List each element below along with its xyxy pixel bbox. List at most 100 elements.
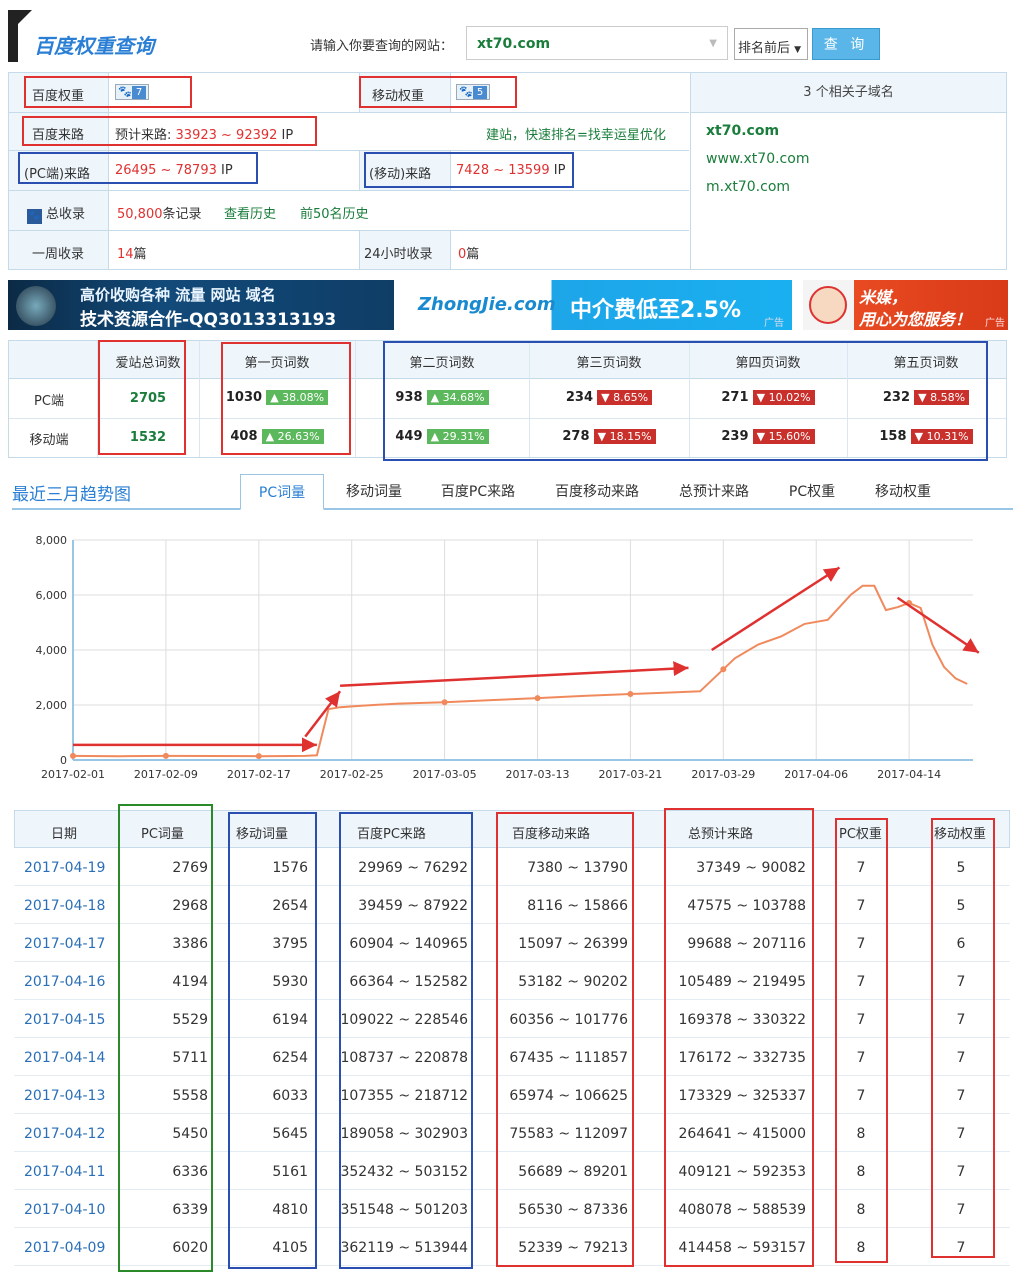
data-point <box>162 752 169 759</box>
cell-total-traffic: 176172 ~ 332735 <box>678 1050 806 1066</box>
cell-pc-weight: 8 <box>856 1126 866 1142</box>
table-row: 2017-04-10 6339 4810 351548 ~ 501203 56530 ~… <box>14 1190 1010 1228</box>
stats-row-label: 移动端 <box>29 433 69 448</box>
subdomain-link[interactable]: m.xt70.com <box>706 179 790 195</box>
index-label: 🐾 总收录 <box>27 207 86 224</box>
cell-baidu-pc-traffic: 66364 ~ 152582 <box>349 974 468 990</box>
cell-date[interactable]: 2017-04-16 <box>24 974 114 990</box>
tab-pc-weight[interactable]: PC权重 <box>774 474 850 510</box>
cell-baidu-pc-traffic: 352432 ~ 503152 <box>340 1164 468 1180</box>
cell-pc-weight: 7 <box>856 1088 866 1104</box>
subdomain-panel: 3 个相关子域名 xt70.com www.xt70.com m.xt70.co… <box>690 73 1006 269</box>
cell-total-traffic: 173329 ~ 325337 <box>678 1088 806 1104</box>
pc-traffic-label: (PC端)来路 <box>24 167 91 182</box>
stats-header: 第二页词数 <box>409 356 475 371</box>
rank-select-label: 排名前后 <box>738 41 791 56</box>
cell-mobile-keywords: 6033 <box>272 1088 308 1104</box>
data-point <box>255 753 262 760</box>
stats-p2: 449 ▲ 29.31% <box>355 429 529 444</box>
top50-history-link[interactable]: 前50名历史 <box>300 203 369 222</box>
cell-mobile-weight: 5 <box>956 898 966 914</box>
ad-banner-zhongjie[interactable]: ZhongJie.com 中介费低至2.5% 广告 <box>410 280 792 330</box>
table-row: 2017-04-14 5711 6254 108737 ~ 220878 67435 ~… <box>14 1038 1010 1076</box>
cell-baidu-mobile-traffic: 67435 ~ 111857 <box>509 1050 628 1066</box>
cell-baidu-pc-traffic: 29969 ~ 76292 <box>358 860 468 876</box>
cell-pc-keywords: 5450 <box>172 1126 208 1142</box>
x-tick-label: 2017-03-13 <box>506 768 570 781</box>
face-graphic-icon <box>16 286 56 326</box>
cell-date[interactable]: 2017-04-15 <box>24 1012 114 1028</box>
cell-pc-keywords: 4194 <box>172 974 208 990</box>
cell-baidu-mobile-traffic: 56530 ~ 87336 <box>518 1202 628 1218</box>
cell-mobile-weight: 7 <box>956 1240 966 1256</box>
data-point <box>70 752 76 759</box>
stats-p1: 1030 ▲ 38.08% <box>199 390 355 405</box>
cell-total-traffic: 169378 ~ 330322 <box>678 1012 806 1028</box>
table-row: 2017-04-09 6020 4105 362119 ~ 513944 52339 ~… <box>14 1228 1010 1266</box>
cell-date[interactable]: 2017-04-19 <box>24 860 114 876</box>
cell-baidu-mobile-traffic: 8116 ~ 15866 <box>527 898 628 914</box>
baidu-weight-badge[interactable]: 🐾 7 <box>115 84 149 100</box>
stats-total: 1532 <box>129 430 167 445</box>
cell-date[interactable]: 2017-04-13 <box>24 1088 114 1104</box>
table-row: 2017-04-12 5450 5645 189058 ~ 302903 75583 ~… <box>14 1114 1010 1152</box>
cell-pc-weight: 7 <box>856 1012 866 1028</box>
history-link[interactable]: 查看历史 <box>224 203 276 222</box>
query-label: 请输入你要查询的网站： <box>310 39 454 54</box>
cell-mobile-keywords: 5930 <box>272 974 308 990</box>
cell-pc-keywords: 2968 <box>172 898 208 914</box>
mobile-weight-label: 移动权重 <box>372 89 425 104</box>
tab-pc-keywords[interactable]: PC词量 <box>240 474 324 510</box>
stats-header: 第四页词数 <box>735 356 801 371</box>
cell-date[interactable]: 2017-04-12 <box>24 1126 114 1142</box>
mobile-weight-badge[interactable]: 🐾 5 <box>456 84 490 100</box>
cell-total-traffic: 409121 ~ 592353 <box>678 1164 806 1180</box>
query-button[interactable]: 查 询 <box>812 28 880 60</box>
subdomain-link[interactable]: www.xt70.com <box>706 151 809 167</box>
stats-p4: 239 ▼ 15.60% <box>689 429 847 444</box>
dropdown-icon[interactable]: ▼ <box>709 38 717 49</box>
cell-date[interactable]: 2017-04-18 <box>24 898 114 914</box>
mobile-traffic-label: (移动)来路 <box>369 167 432 182</box>
subdomain-header: 3 个相关子域名 <box>691 73 1006 113</box>
cell-date[interactable]: 2017-04-17 <box>24 936 114 952</box>
cell-pc-weight: 7 <box>856 898 866 914</box>
stats-p1: 408 ▲ 26.63% <box>199 429 355 444</box>
tab-total-traffic[interactable]: 总预计来路 <box>666 474 762 510</box>
x-tick-label: 2017-02-17 <box>227 768 291 781</box>
paw-icon: 🐾 <box>27 209 42 224</box>
cell-baidu-mobile-traffic: 56689 ~ 89201 <box>518 1164 628 1180</box>
tab-baidu-pc-traffic[interactable]: 百度PC来路 <box>426 474 530 510</box>
cell-total-traffic: 99688 ~ 207116 <box>687 936 806 952</box>
cell-baidu-pc-traffic: 109022 ~ 228546 <box>340 1012 468 1028</box>
data-point <box>627 691 634 697</box>
cell-date[interactable]: 2017-04-14 <box>24 1050 114 1066</box>
tab-mobile-keywords[interactable]: 移动词量 <box>332 474 416 510</box>
cell-date[interactable]: 2017-04-10 <box>24 1202 114 1218</box>
keyword-stats-table: 爱站总词数 第一页词数 第二页词数 第三页词数 第四页词数 第五页词数 PC端 … <box>8 340 1007 458</box>
x-tick-label: 2017-03-05 <box>413 768 477 781</box>
cell-mobile-weight: 7 <box>956 1088 966 1104</box>
tab-mobile-weight[interactable]: 移动权重 <box>860 474 946 510</box>
tab-baidu-mobile-traffic[interactable]: 百度移动来路 <box>540 474 654 510</box>
ad-banner-tech[interactable]: 高价收购各种 流量 网站 域名 技术资源合作-QQ3013313193 <box>8 280 394 330</box>
cell-date[interactable]: 2017-04-11 <box>24 1164 114 1180</box>
promo-link[interactable]: 建站，快速排名=找幸运星优化 <box>486 124 666 143</box>
mobile-traffic-value: 7428 ~ 13599 IP <box>456 163 566 178</box>
paw-icon: 🐾 <box>459 85 473 98</box>
col-baidu-pc-traffic: 百度PC来路 <box>357 827 426 842</box>
ad-banner-mimei[interactable]: 米媒， 用心为您服务！ 广告 <box>803 280 1008 330</box>
query-input[interactable]: xt70.com ▼ <box>466 26 728 60</box>
logo-mark <box>8 10 32 62</box>
col-pc-weight: PC权重 <box>839 827 882 842</box>
cell-mobile-weight: 7 <box>956 1012 966 1028</box>
page-title[interactable]: 百度权重查询 <box>34 30 154 59</box>
cell-baidu-pc-traffic: 108737 ~ 220878 <box>340 1050 468 1066</box>
mascot-icon <box>809 286 847 324</box>
stats-header: 爱站总词数 <box>115 356 181 371</box>
subdomain-link[interactable]: xt70.com <box>706 123 779 139</box>
cell-date[interactable]: 2017-04-09 <box>24 1240 114 1256</box>
cell-pc-weight: 8 <box>856 1202 866 1218</box>
rank-select[interactable]: 排名前后 ▼ <box>734 28 808 60</box>
cell-mobile-keywords: 4105 <box>272 1240 308 1256</box>
